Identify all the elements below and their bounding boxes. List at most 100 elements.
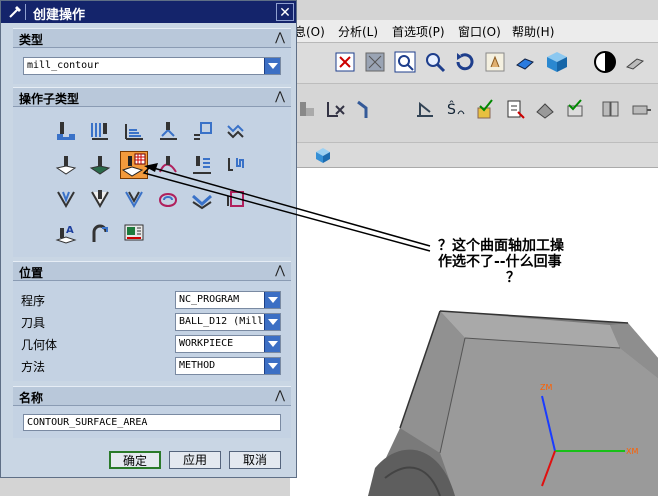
contour-profile-icon[interactable] xyxy=(191,188,213,210)
mill-user-icon[interactable] xyxy=(89,222,111,244)
chevron-down-icon[interactable] xyxy=(264,314,280,330)
contour-text-icon[interactable] xyxy=(191,154,213,176)
fixed-contour-icon[interactable] xyxy=(55,154,77,176)
solid-filter-icon[interactable] xyxy=(314,146,332,167)
tool-combo-value: BALL_D12 (Mill xyxy=(179,316,264,327)
zlevel-profile-icon[interactable] xyxy=(191,120,213,142)
toolbar-view xyxy=(290,43,658,84)
planar-text-icon[interactable]: A xyxy=(55,222,77,244)
toolbar-operations: Ŝ xyxy=(290,84,658,143)
zoom-region-icon[interactable] xyxy=(364,51,386,76)
menu-analysis[interactable]: 分析(L) xyxy=(338,23,378,40)
tool-label: 刀具 xyxy=(21,316,46,330)
menu-window[interactable]: 窗口(O) xyxy=(458,23,501,40)
rotate-icon[interactable] xyxy=(454,51,476,76)
operation-name-input[interactable]: CONTOUR_SURFACE_AREA xyxy=(23,414,281,431)
program-combo[interactable]: NC_PROGRAM xyxy=(175,291,281,309)
fit-view-icon[interactable] xyxy=(334,51,356,76)
cancel-button[interactable]: 取消 xyxy=(229,451,281,469)
collapse-location-icon[interactable]: ⋀ xyxy=(275,263,285,277)
cube-view-icon[interactable] xyxy=(544,49,570,78)
section-type-header[interactable]: 类型 ⋀ xyxy=(13,28,291,48)
contour-area-icon[interactable] xyxy=(89,154,111,176)
geometry-combo[interactable]: WORKPIECE xyxy=(175,335,281,353)
chevron-down-icon[interactable] xyxy=(264,336,280,352)
cross-op-icon[interactable] xyxy=(324,98,346,123)
contour-surface-area-icon-selected[interactable] xyxy=(120,151,148,179)
corner-rough-icon[interactable] xyxy=(123,120,145,142)
verify-op-icon[interactable] xyxy=(474,98,496,123)
pan-icon[interactable] xyxy=(484,51,506,76)
path-op-icon[interactable] xyxy=(414,98,436,123)
program-combo-value: NC_PROGRAM xyxy=(179,294,240,305)
postprocess-op-icon[interactable] xyxy=(504,98,526,123)
zlevel-corner-icon[interactable] xyxy=(225,120,247,142)
ok-button[interactable]: 确定 xyxy=(109,451,161,469)
flowcut-multiple-icon[interactable] xyxy=(55,188,77,210)
flowcut-smooth-icon[interactable] xyxy=(123,188,145,210)
type-combo[interactable]: mill_contour xyxy=(23,57,281,75)
collapse-type-icon[interactable]: ⋀ xyxy=(275,30,285,44)
streamline-icon[interactable] xyxy=(157,154,179,176)
cavity-mill-icon[interactable] xyxy=(55,120,77,142)
section-type-body: mill_contour xyxy=(13,48,291,84)
flowcut-single-icon[interactable] xyxy=(225,154,247,176)
annotation-line-3: ？ xyxy=(506,270,520,286)
section-subtype-body: A xyxy=(13,107,291,257)
annotation-line-1: ？这个曲面轴加工操 xyxy=(438,238,564,254)
menu-info[interactable]: 息(O) xyxy=(294,23,325,40)
apply-button[interactable]: 应用 xyxy=(169,451,221,469)
edge-style-icon[interactable] xyxy=(624,51,646,76)
section-location-title: 位置 xyxy=(19,266,44,280)
tool-combo[interactable]: BALL_D12 (Mill xyxy=(175,313,281,331)
dialog-title: 创建操作 xyxy=(33,8,86,23)
menu-bar: 息(O) 分析(L) 首选项(P) 窗口(O) 帮助(H) xyxy=(290,20,658,43)
plunge-mill-icon[interactable] xyxy=(89,120,111,142)
render-style-icon[interactable] xyxy=(592,49,618,78)
magnify-icon[interactable] xyxy=(424,51,446,76)
dialog-title-bar[interactable]: 创建操作 ✕ xyxy=(1,1,296,23)
axis-z-label: ZM xyxy=(540,383,552,392)
geometry-combo-value: WORKPIECE xyxy=(179,338,234,349)
section-name-title: 名称 xyxy=(19,391,44,405)
check-op-icon[interactable] xyxy=(564,98,586,123)
create-operation-dialog: 创建操作 ✕ 类型 ⋀ mill_contour 操作子类型 ⋀ A 位置 ⋀ … xyxy=(0,0,297,478)
menu-help[interactable]: 帮助(H) xyxy=(512,23,554,40)
graphics-viewport[interactable]: ZM XM xyxy=(290,168,658,496)
rest-mill-icon[interactable] xyxy=(157,120,179,142)
zoom-icon[interactable] xyxy=(394,51,416,76)
flowcut-ref-tool-icon[interactable] xyxy=(89,188,111,210)
workpiece-model[interactable] xyxy=(368,310,658,496)
branch-op-icon[interactable] xyxy=(354,98,376,123)
toolbar-selection xyxy=(290,143,658,168)
chevron-down-icon[interactable] xyxy=(264,292,280,308)
section-subtype-header[interactable]: 操作子类型 ⋀ xyxy=(13,87,291,107)
section-subtype-title: 操作子类型 xyxy=(19,92,80,106)
method-combo-value: METHOD xyxy=(179,360,216,371)
library-op-icon[interactable] xyxy=(600,98,622,123)
geometry-label: 几何体 xyxy=(21,338,58,352)
collapse-name-icon[interactable]: ⋀ xyxy=(275,388,285,402)
axis-x-label: XM xyxy=(626,447,638,456)
annotation-text: ？这个曲面轴加工操 作选不了--什么回事 ？ xyxy=(438,238,564,286)
collapse-subtype-icon[interactable]: ⋀ xyxy=(275,89,285,103)
method-label: 方法 xyxy=(21,360,46,374)
method-combo[interactable]: METHOD xyxy=(175,357,281,375)
close-button[interactable]: ✕ xyxy=(276,3,294,21)
simulate-op-icon[interactable] xyxy=(534,98,556,123)
sequence-op-icon[interactable]: Ŝ xyxy=(444,98,466,123)
output-op-icon[interactable] xyxy=(630,98,652,123)
mill-control-icon[interactable] xyxy=(123,222,145,244)
program-label: 程序 xyxy=(21,294,46,308)
svg-text:Ŝ: Ŝ xyxy=(447,100,456,118)
menu-preferences[interactable]: 首选项(P) xyxy=(392,23,445,40)
tool-op-icon[interactable] xyxy=(294,98,316,123)
solid-profile-icon[interactable] xyxy=(225,188,247,210)
chevron-down-icon[interactable] xyxy=(264,58,280,74)
shaded-view-icon[interactable] xyxy=(514,51,536,76)
profile-3d-icon[interactable] xyxy=(157,188,179,210)
section-location-header[interactable]: 位置 ⋀ xyxy=(13,261,291,281)
dialog-tool-icon xyxy=(7,4,23,23)
chevron-down-icon[interactable] xyxy=(264,358,280,374)
section-name-header[interactable]: 名称 ⋀ xyxy=(13,386,291,406)
